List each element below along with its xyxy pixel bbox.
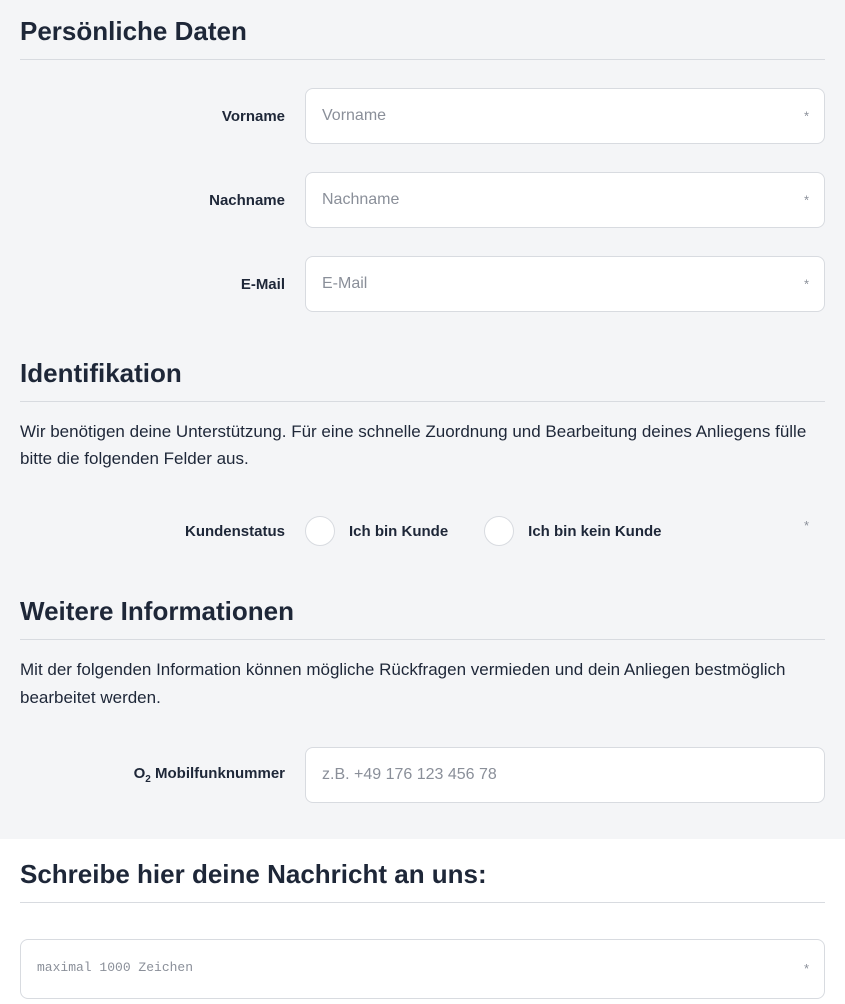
message-textarea[interactable] [20, 939, 825, 999]
email-input[interactable] [305, 256, 825, 312]
firstname-row: Vorname * [20, 60, 825, 144]
mobile-input-wrapper [305, 747, 825, 803]
mobile-input[interactable] [305, 747, 825, 803]
further-info-section: Weitere Informationen Mit der folgenden … [0, 580, 845, 802]
radio-customer-label: Ich bin Kunde [349, 523, 448, 540]
personal-data-section: Persönliche Daten Vorname * Nachname * E… [0, 0, 845, 312]
lastname-label: Nachname [20, 192, 305, 209]
further-info-title: Weitere Informationen [20, 580, 825, 640]
customer-status-radio-group: Ich bin Kunde Ich bin kein Kunde * [305, 516, 825, 546]
message-title: Schreibe hier deine Nachricht an uns: [20, 839, 825, 903]
firstname-label: Vorname [20, 108, 305, 125]
identification-description: Wir benötigen deine Unterstützung. Für e… [20, 402, 825, 480]
further-info-description: Mit der folgenden Information können mög… [20, 640, 825, 718]
mobile-label: O2 Mobilfunknummer [20, 765, 305, 785]
mobile-label-suffix: Mobilfunknummer [151, 765, 285, 782]
customer-status-row: Kundenstatus Ich bin Kunde Ich bin kein … [20, 480, 825, 556]
lastname-input-wrapper: * [305, 172, 825, 228]
identification-section: Identifikation Wir benötigen deine Unter… [0, 342, 845, 556]
firstname-input[interactable] [305, 88, 825, 144]
required-asterisk: * [804, 518, 809, 533]
mobile-row: O2 Mobilfunknummer [20, 719, 825, 803]
radio-option-not-customer: Ich bin kein Kunde [484, 516, 661, 546]
mobile-label-prefix: O [134, 765, 146, 782]
radio-not-customer-label: Ich bin kein Kunde [528, 523, 661, 540]
radio-option-customer: Ich bin Kunde [305, 516, 448, 546]
email-label: E-Mail [20, 276, 305, 293]
message-textarea-wrapper: * [20, 939, 825, 1004]
customer-status-label: Kundenstatus [20, 523, 305, 540]
radio-not-customer[interactable] [484, 516, 514, 546]
personal-data-title: Persönliche Daten [20, 0, 825, 60]
email-row: E-Mail * [20, 228, 825, 312]
email-input-wrapper: * [305, 256, 825, 312]
identification-title: Identifikation [20, 342, 825, 402]
lastname-input[interactable] [305, 172, 825, 228]
message-section: Schreibe hier deine Nachricht an uns: * [0, 839, 845, 1004]
radio-customer[interactable] [305, 516, 335, 546]
firstname-input-wrapper: * [305, 88, 825, 144]
lastname-row: Nachname * [20, 144, 825, 228]
